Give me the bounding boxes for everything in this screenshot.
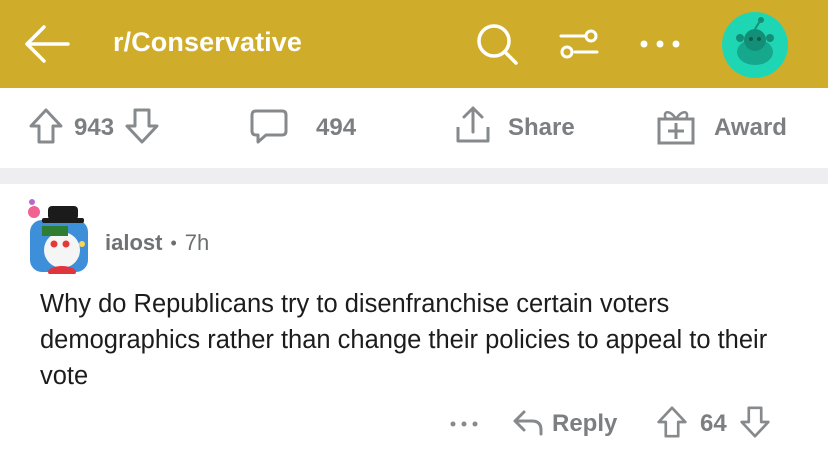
comment-more-icon[interactable] — [447, 412, 483, 436]
gift-icon — [654, 105, 698, 152]
reply-arrow-icon — [512, 407, 544, 442]
more-options-icon[interactable] — [638, 28, 682, 60]
comment-score: 64 — [700, 410, 727, 437]
comment-username[interactable]: ialost — [105, 230, 162, 256]
top-app-bar: r/Conservative — [0, 0, 828, 88]
search-icon[interactable] — [472, 20, 524, 68]
comment-count: 494 — [316, 114, 357, 141]
comment-timestamp: 7h — [184, 230, 210, 255]
share-icon — [452, 105, 494, 152]
award-button[interactable]: Award — [654, 88, 787, 168]
comment-bubble-icon — [248, 106, 290, 151]
upvote-icon[interactable] — [28, 106, 64, 151]
commenter-avatar[interactable] — [22, 198, 92, 278]
reply-button[interactable]: Reply — [512, 404, 617, 444]
post-vote-group: 943 — [28, 88, 160, 168]
share-label: Share — [508, 114, 575, 141]
downvote-icon[interactable] — [124, 106, 160, 151]
comment-upvote-icon[interactable] — [656, 404, 688, 445]
back-arrow-icon[interactable] — [22, 22, 72, 66]
section-divider — [0, 168, 828, 184]
comment-downvote-icon[interactable] — [739, 404, 771, 445]
comment-action-bar: Reply 64 — [0, 398, 828, 448]
comment-meta: ialost • 7h — [105, 230, 209, 256]
post-vote-count: 943 — [74, 114, 115, 141]
reply-label: Reply — [552, 410, 618, 437]
award-label: Award — [714, 114, 787, 141]
user-avatar[interactable] — [722, 12, 788, 78]
filter-icon[interactable] — [558, 24, 600, 64]
share-button[interactable]: Share — [452, 88, 575, 168]
comments-button[interactable]: 494 — [248, 88, 356, 168]
meta-separator: • — [170, 232, 177, 253]
comment: ialost • 7h Why do Republicans try to di… — [0, 184, 828, 454]
post-action-bar: 943 494 Share Award — [0, 88, 828, 168]
subreddit-title[interactable]: r/Conservative — [113, 27, 302, 58]
comment-body: Why do Republicans try to disenfranchise… — [40, 290, 768, 390]
comment-vote-group: 64 — [656, 404, 771, 444]
